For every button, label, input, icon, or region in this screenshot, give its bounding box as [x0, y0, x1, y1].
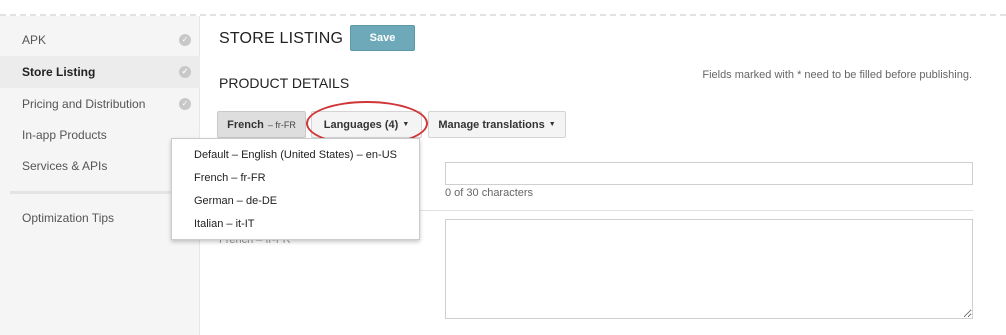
sidebar-item-label: In-app Products	[22, 128, 107, 142]
sidebar-item-store-listing[interactable]: Store Listing ✓	[0, 56, 200, 88]
check-circle-icon: ✓	[179, 98, 191, 110]
check-circle-icon: ✓	[179, 34, 191, 46]
language-option-en-us[interactable]: Default – English (United States) – en-U…	[194, 149, 397, 161]
manage-translations-label: Manage translations	[438, 118, 545, 131]
sidebar-item-optimization-tips[interactable]: Optimization Tips	[0, 202, 200, 234]
page-title: STORE LISTING	[219, 30, 344, 47]
french-code: – fr-FR	[267, 119, 296, 130]
section-title: PRODUCT DETAILS	[219, 75, 350, 91]
required-fields-note: Fields marked with * need to be filled b…	[702, 69, 972, 81]
sidebar-item-services-apis[interactable]: Services & APIs	[0, 150, 200, 182]
manage-translations-button[interactable]: Manage translations ▼	[428, 111, 566, 138]
languages-menu: Default – English (United States) – en-U…	[171, 138, 420, 240]
language-option-fr-fr[interactable]: French – fr-FR	[194, 172, 266, 184]
french-language-button[interactable]: French – fr-FR	[217, 111, 306, 138]
sidebar-item-label: Store Listing	[22, 65, 96, 79]
language-option-de-de[interactable]: German – de-DE	[194, 195, 277, 207]
sidebar: APK ✓ Store Listing ✓ Pricing and Distri…	[0, 16, 200, 335]
title-input[interactable]	[445, 162, 973, 185]
french-label: French	[227, 118, 264, 131]
description-textarea[interactable]	[445, 219, 973, 319]
sidebar-item-label: Services & APIs	[22, 159, 108, 173]
caret-down-icon: ▼	[548, 121, 556, 128]
sidebar-item-apk[interactable]: APK ✓	[0, 24, 200, 56]
check-circle-icon: ✓	[179, 66, 191, 78]
sidebar-item-label: APK	[22, 33, 47, 47]
sidebar-item-label: Pricing and Distribution	[22, 97, 146, 111]
sidebar-item-pricing[interactable]: Pricing and Distribution ✓	[0, 88, 200, 120]
sidebar-item-in-app-products[interactable]: In-app Products	[0, 119, 200, 151]
character-counter: 0 of 30 characters	[445, 187, 534, 199]
language-option-it-it[interactable]: Italian – it-IT	[194, 218, 255, 230]
sidebar-item-label: Optimization Tips	[22, 211, 115, 225]
save-button[interactable]: Save	[350, 25, 415, 51]
